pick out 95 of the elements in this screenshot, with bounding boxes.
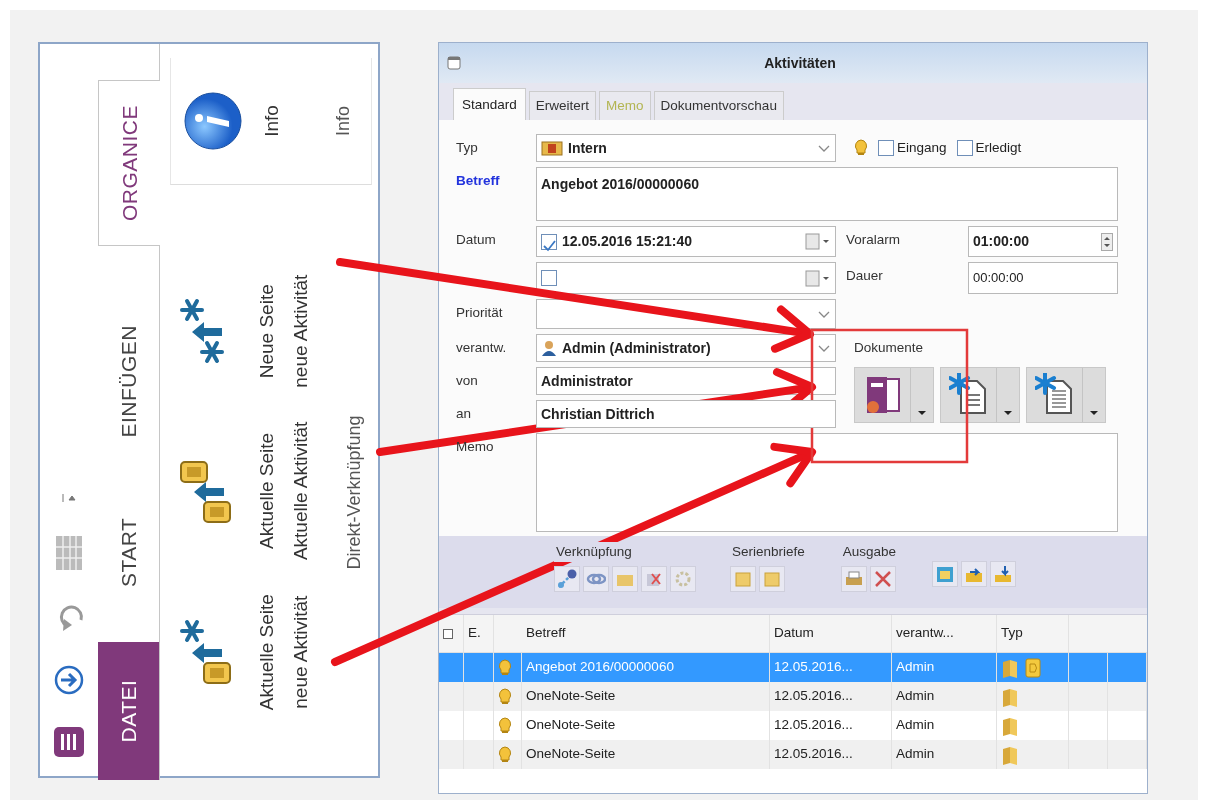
book-icon [1001, 744, 1019, 765]
split-button[interactable] [940, 367, 1020, 423]
ribbon-tab[interactable]: START [98, 492, 159, 612]
subject-field[interactable]: Angebot 2016/00000060 [536, 167, 1118, 221]
combo-box[interactable]: Admin (Administrator) [536, 334, 836, 362]
table-cell: OneNote-Seite [522, 740, 770, 769]
dropdown-arrow-icon [1089, 410, 1099, 416]
field-label: an [456, 405, 473, 423]
new-document-icon [948, 373, 989, 417]
field-label: Priorität [456, 304, 504, 322]
calendar-icon [935, 564, 956, 584]
spinner-icon[interactable] [1101, 232, 1113, 251]
toolbar-button[interactable] [869, 566, 896, 593]
ribbon-button[interactable]: Aktuelle Seite Aktuelle Aktivität [166, 415, 341, 567]
file-tab[interactable]: DATEI [98, 642, 159, 780]
toolbar-button[interactable] [583, 566, 609, 593]
ribbon-tab[interactable]: EINFÜGEN [98, 300, 159, 463]
column-header[interactable]: Datum [770, 615, 892, 652]
column-header[interactable]: verantw... [892, 615, 997, 652]
toolbar-button[interactable] [840, 566, 867, 593]
toolbar-button[interactable] [554, 566, 580, 593]
book-icon [1001, 715, 1019, 736]
calendar-dropdown-icon[interactable] [805, 269, 831, 287]
field-label: von [456, 372, 479, 390]
checkbox[interactable] [878, 140, 894, 156]
time-field[interactable]: 00:00:00 [968, 262, 1118, 294]
table-row[interactable]: OneNote-Seite 12.05.2016... Admin [439, 682, 1147, 711]
split-button[interactable] [854, 367, 934, 423]
text-field[interactable]: Administrator [536, 367, 836, 395]
table-row[interactable]: OneNote-Seite 12.05.2016... Admin [439, 740, 1147, 769]
ribbon-button[interactable]: Neue Seite neue Aktivität [166, 268, 341, 394]
text-field[interactable]: Christian Dittrich [536, 400, 836, 428]
lightbulb-icon [498, 745, 512, 764]
field-label: Dauer [846, 267, 884, 285]
checkbox-icon[interactable] [443, 628, 453, 639]
letter-icon [762, 569, 782, 590]
toolbar-button[interactable] [961, 561, 988, 587]
letter-icon [733, 569, 753, 590]
group-label: Direkt-Verknüpfung [343, 415, 365, 570]
toolbar-button[interactable] [641, 566, 667, 593]
download-icon[interactable] [53, 664, 85, 696]
split-button[interactable] [1026, 367, 1106, 423]
person-icon [541, 340, 557, 356]
ribbon-button[interactable]: Aktuelle Seite neue Aktivität [166, 588, 341, 717]
folder-icon [541, 140, 563, 156]
link-icon [557, 569, 577, 590]
column-header[interactable]: Betreff [494, 615, 770, 652]
ribbon-tab[interactable]: ORGANICE [98, 80, 160, 247]
column-header[interactable]: E. [464, 615, 494, 652]
table-cell: Admin [892, 740, 997, 769]
dropdown-arrow-icon [1003, 410, 1013, 416]
table-cell: 12.05.2016... [770, 682, 892, 711]
calendar-dropdown-icon[interactable] [805, 233, 831, 250]
group-label: Verknüpfung [554, 542, 634, 563]
date-field[interactable]: 12.05.2016 15:21:40 [536, 226, 836, 257]
tab[interactable]: Dokumentvorschau [653, 90, 784, 120]
lightbulb-icon [498, 658, 512, 677]
checkbox[interactable] [541, 270, 557, 286]
toolbar-button[interactable] [990, 561, 1017, 587]
field-label: Betreff [456, 172, 501, 190]
dropdown-arrow-icon [917, 410, 927, 416]
import-icon [993, 564, 1014, 584]
lightbulb-icon [854, 139, 868, 157]
lightbulb-icon [498, 716, 512, 735]
table-cell: OneNote-Seite [522, 682, 770, 711]
tab[interactable]: Standard [453, 87, 526, 120]
section-label: Dokumente [853, 339, 925, 357]
book-icon [1001, 686, 1019, 707]
field-label: verantw. [456, 339, 508, 357]
date-field[interactable] [536, 262, 836, 294]
time-field[interactable]: 01:00:00 [968, 226, 1118, 257]
notebook-app-icon[interactable] [53, 726, 85, 758]
field-label: Memo [456, 438, 495, 456]
field-label: Voralarm [846, 231, 902, 249]
table-cell: 12.05.2016... [770, 740, 892, 769]
table-cell: Admin [892, 682, 997, 711]
checkbox[interactable] [956, 140, 973, 156]
checkbox-label: Erledigt [975, 138, 1022, 157]
window-icon[interactable] [447, 56, 461, 70]
customize-icon[interactable] [60, 492, 78, 504]
window-title: Aktivitäten [763, 53, 837, 73]
field-label: Datum [456, 231, 497, 249]
new-document-icon [1034, 373, 1075, 417]
toolbar-button[interactable] [932, 561, 959, 587]
book-icon [1001, 657, 1019, 678]
ribbon-button[interactable]: Info [171, 80, 330, 162]
lightbulb-icon [498, 687, 512, 706]
tab[interactable]: Erweitert [528, 90, 597, 120]
checkbox-label: Eingang [897, 138, 947, 157]
checkbox[interactable] [541, 233, 557, 250]
combo-box[interactable]: Intern [536, 134, 836, 162]
group-label: Info [332, 106, 354, 136]
field-label: Typ [456, 139, 479, 157]
memo-field[interactable] [536, 433, 1118, 532]
column-header[interactable]: Typ [997, 615, 1069, 652]
